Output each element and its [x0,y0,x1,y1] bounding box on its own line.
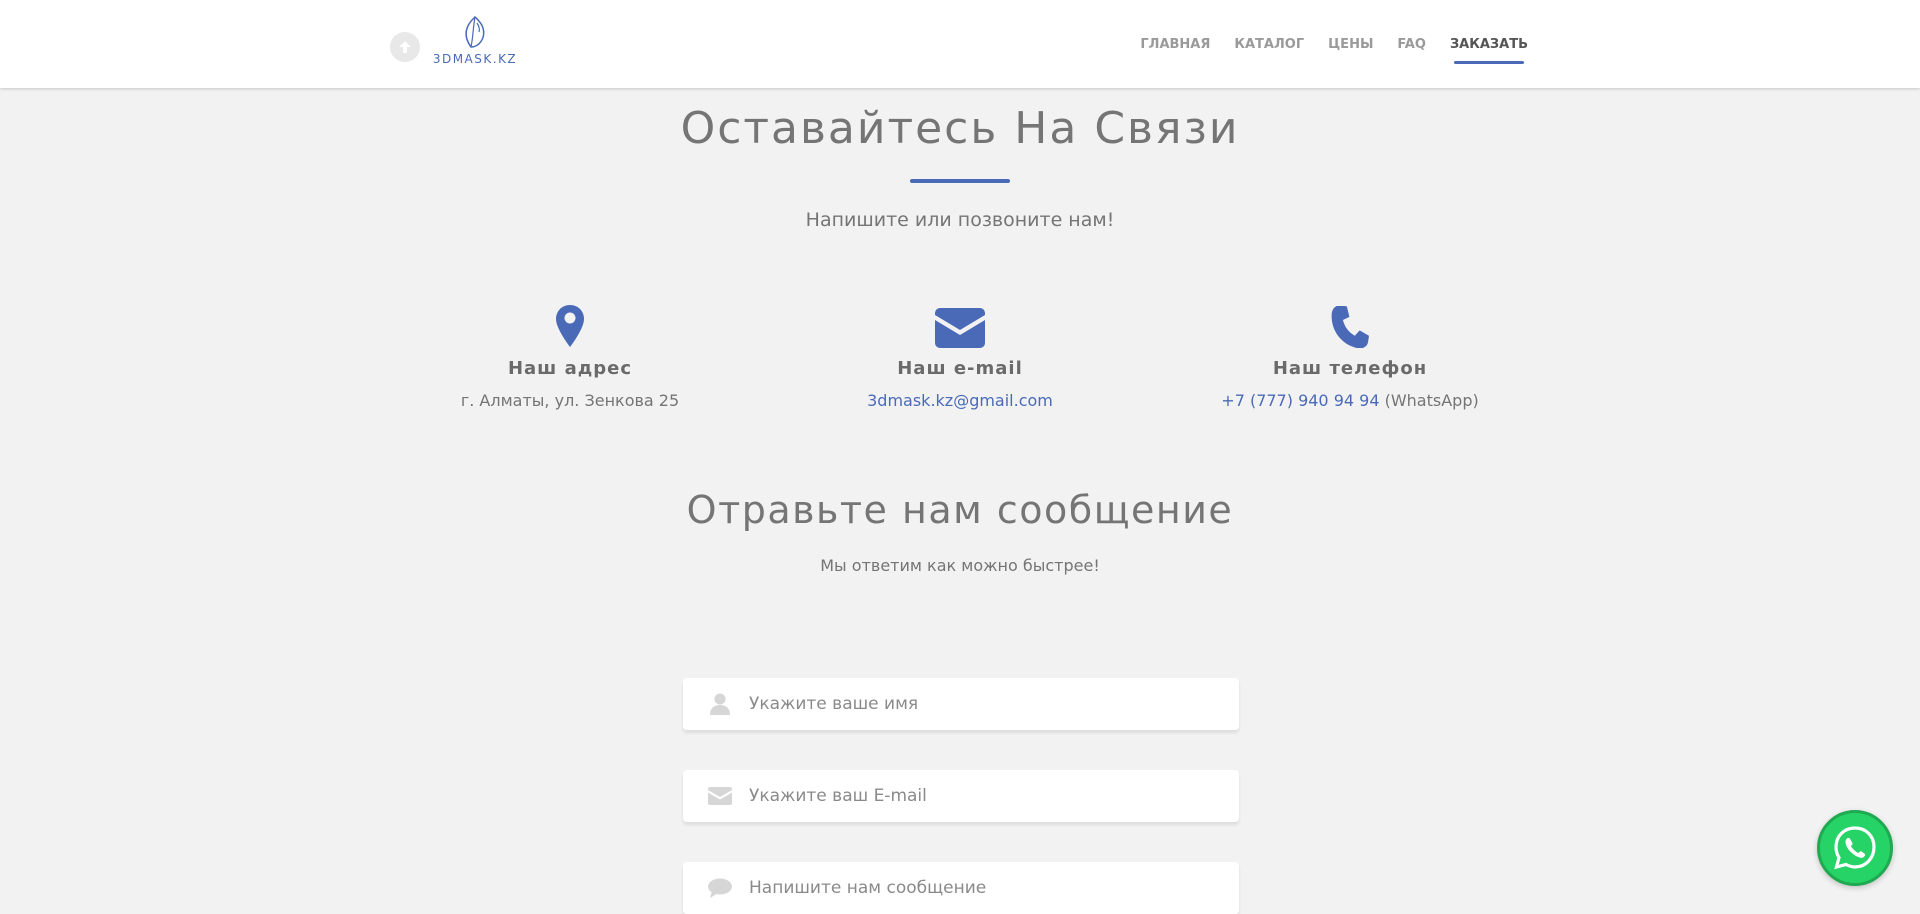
phone-suffix: (WhatsApp) [1384,391,1479,410]
user-icon [707,692,733,716]
nav-catalog[interactable]: КАТАЛОГ [1234,37,1304,52]
email-title: Наш e-mail [897,358,1023,379]
email-field [683,770,1239,822]
contact-title: Оставайтесь На Связи [680,103,1240,154]
phone-title: Наш телефон [1272,358,1428,379]
email-value-wrap: 3dmask.kz@gmail.com [780,391,1140,410]
message-title: Отравьте нам сообщение [686,488,1234,532]
email-link[interactable]: 3dmask.kz@gmail.com [867,391,1053,410]
nav-faq[interactable]: FAQ [1397,37,1426,52]
leaf-logo-icon [465,15,485,48]
map-marker-icon [390,302,750,348]
envelope-small-icon [707,784,733,808]
nav-prices[interactable]: ЦЕНЫ [1328,37,1373,52]
name-input[interactable] [747,693,1227,715]
nav-home[interactable]: ГЛАВНАЯ [1140,37,1210,52]
message-input[interactable] [747,877,1227,899]
nav-order[interactable]: ЗАКАЗАТЬ [1450,37,1528,64]
logo-text: 3DMASK.KZ [432,52,518,66]
scroll-top-button[interactable] [390,32,420,62]
address-value: г. Алматы, ул. Зенкова 25 [460,391,680,410]
whatsapp-button[interactable] [1817,810,1893,886]
logo[interactable]: 3DMASK.KZ [430,14,520,70]
contact-subtitle: Напишите или позвоните нам! [805,209,1115,231]
phone-icon [1170,302,1530,348]
envelope-icon [780,302,1140,348]
email-input[interactable] [747,785,1227,807]
message-subtitle: Мы ответим как можно быстрее! [820,556,1100,575]
message-field [683,862,1239,914]
contact-email: Наш e-mail 3dmask.kz@gmail.com [780,302,1140,410]
phone-value-wrap: +7 (777) 940 94 94 (WhatsApp) [1170,391,1530,410]
title-underline [910,179,1010,183]
comment-icon [707,876,733,900]
main-nav: ГЛАВНАЯ КАТАЛОГ ЦЕНЫ FAQ ЗАКАЗАТЬ [1116,0,1528,88]
phone-link[interactable]: +7 (777) 940 94 94 [1221,391,1379,410]
address-title: Наш адрес [507,358,633,379]
arrow-up-icon [399,41,411,53]
whatsapp-icon [1834,826,1876,870]
site-header: 3DMASK.KZ ГЛАВНАЯ КАТАЛОГ ЦЕНЫ FAQ ЗАКАЗ… [0,0,1920,88]
name-field [683,678,1239,730]
contact-address: Наш адрес г. Алматы, ул. Зенкова 25 [390,302,750,410]
contact-phone: Наш телефон +7 (777) 940 94 94 (WhatsApp… [1170,302,1530,410]
